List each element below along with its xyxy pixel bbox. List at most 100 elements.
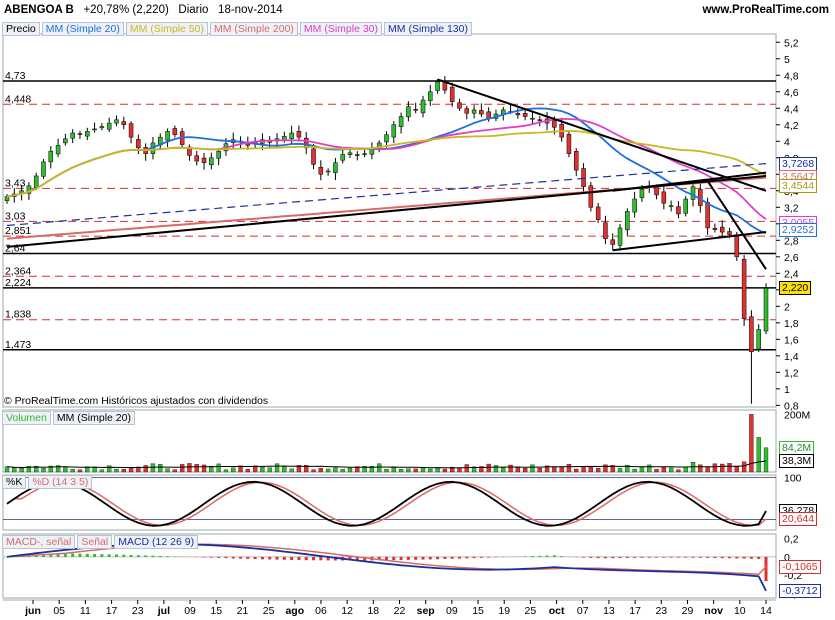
legend-mm200[interactable]: MM (Simple 200) (209, 22, 298, 36)
x-tick-label: 25 (263, 605, 275, 617)
volume-bar (406, 468, 411, 473)
legend-precio[interactable]: Precio (2, 22, 40, 36)
level-label: 2,224 (5, 277, 31, 289)
candle-body (705, 202, 710, 229)
candle-body (676, 206, 681, 215)
candle-body (296, 130, 302, 138)
macd-histogram-bar (260, 556, 264, 560)
volume-bar (282, 465, 287, 473)
macd-tick-label: 0,2 (784, 534, 799, 546)
macd-histogram-bar (742, 556, 746, 559)
candle-body (668, 205, 674, 207)
tag-last-price: 2,220 (779, 281, 812, 296)
site-url[interactable]: www.ProRealTime.com (702, 4, 829, 16)
candle-body (625, 211, 630, 231)
legend-macd[interactable]: MACD (12 26 9) (114, 535, 199, 549)
volume-bar (187, 463, 192, 473)
volume-bar (712, 463, 718, 473)
volume-bar (260, 467, 265, 473)
copyright-note: © ProRealTime.com Históricos ajustados c… (4, 395, 269, 407)
x-tick-label: 13 (603, 605, 615, 617)
x-tick-label: 09 (184, 605, 196, 617)
macd-histogram-bar (406, 556, 410, 560)
volume-bar (340, 469, 345, 473)
candle-body (216, 150, 221, 159)
volume-bar (63, 466, 68, 473)
macd-histogram-bar (399, 556, 403, 561)
chart-date: 18-nov-2014 (218, 4, 283, 16)
level-label: 1,838 (5, 309, 31, 321)
volume-bar (493, 465, 499, 473)
volume-bar (413, 468, 418, 473)
candle-body (712, 227, 718, 230)
x-tick-label: 15 (472, 605, 484, 617)
macd-histogram-bar (633, 556, 637, 558)
legend-volume[interactable]: Volumen (2, 411, 51, 425)
macd-histogram-bar (428, 556, 432, 560)
candle-body (449, 86, 455, 102)
chart-canvas: 5,254,84,64,44,243,83,63,43,232,82,62,42… (2, 33, 810, 617)
macd-histogram-bar (720, 556, 724, 559)
volume-legend: Volumen MM (Simple 20) (2, 411, 137, 425)
macd-histogram-bar (545, 555, 549, 557)
volume-bar (311, 469, 316, 473)
legend-macd-hist[interactable]: MACD-, señal (2, 535, 76, 549)
macd-histogram-bar (144, 555, 148, 557)
volume-bar (172, 469, 178, 473)
legend-mm20[interactable]: MM (Simple 20) (41, 22, 124, 36)
volume-bar (121, 468, 126, 473)
macd-histogram-bar (465, 556, 469, 559)
macd-histogram-bar (114, 554, 118, 557)
x-tick-label: 07 (577, 605, 589, 617)
legend-stoch-k[interactable]: %K (2, 475, 27, 489)
macd-histogram-bar (728, 556, 732, 559)
candle-body (617, 227, 623, 246)
volume-bar (428, 468, 433, 473)
level-label: 2,851 (5, 225, 31, 237)
volume-bar (201, 464, 207, 473)
legend-volume-mm20[interactable]: MM (Simple 20) (52, 411, 135, 425)
x-tick-label: 17 (629, 605, 641, 617)
volume-bar (508, 464, 513, 473)
volume-bar (442, 468, 448, 473)
volume-bar (180, 464, 185, 473)
level-label: 4,73 (5, 70, 26, 82)
candle-body (574, 151, 579, 171)
volume-bar (398, 469, 404, 473)
macd-histogram-bar (217, 556, 221, 558)
candle-body (515, 113, 521, 116)
y-tick-label: 2,8 (784, 235, 799, 247)
macd-histogram-bar (282, 556, 286, 560)
x-tick-label: 15 (210, 605, 222, 617)
candle-body (106, 122, 112, 130)
legend-stoch-d[interactable]: %D (14 3 5) (28, 475, 93, 489)
candle-body (486, 111, 491, 119)
y-tick-label: 4,6 (784, 87, 799, 99)
volume-bar (391, 467, 396, 473)
volume-bar (741, 461, 747, 473)
legend-macd-signal[interactable]: Señal (77, 535, 113, 549)
legend-mm30[interactable]: MM (Simple 30) (299, 22, 383, 36)
y-tick-label: 5,2 (784, 37, 799, 49)
legend-mm130[interactable]: MM (Simple 130) (384, 22, 472, 36)
volume-bar (99, 469, 105, 473)
candle-body (347, 152, 353, 155)
candle-body (92, 128, 97, 131)
macd-histogram-bar (757, 556, 761, 559)
candle-body (588, 185, 594, 208)
volume-bar (267, 467, 272, 473)
macd-histogram-bar (450, 556, 454, 559)
macd-histogram-bar (603, 556, 607, 559)
volume-bar (523, 467, 528, 473)
x-tick-label: sep (417, 605, 435, 617)
candle-body (690, 186, 696, 200)
volume-bar (4, 466, 10, 473)
candle-body (165, 131, 170, 141)
candle-body (741, 259, 747, 319)
macd-histogram-bar (392, 556, 396, 561)
volume-bar (231, 467, 236, 473)
macd-histogram-bar (443, 556, 447, 559)
legend-mm50[interactable]: MM (Simple 50) (125, 22, 208, 36)
volume-bar (501, 467, 506, 473)
volume-bar (150, 463, 156, 473)
